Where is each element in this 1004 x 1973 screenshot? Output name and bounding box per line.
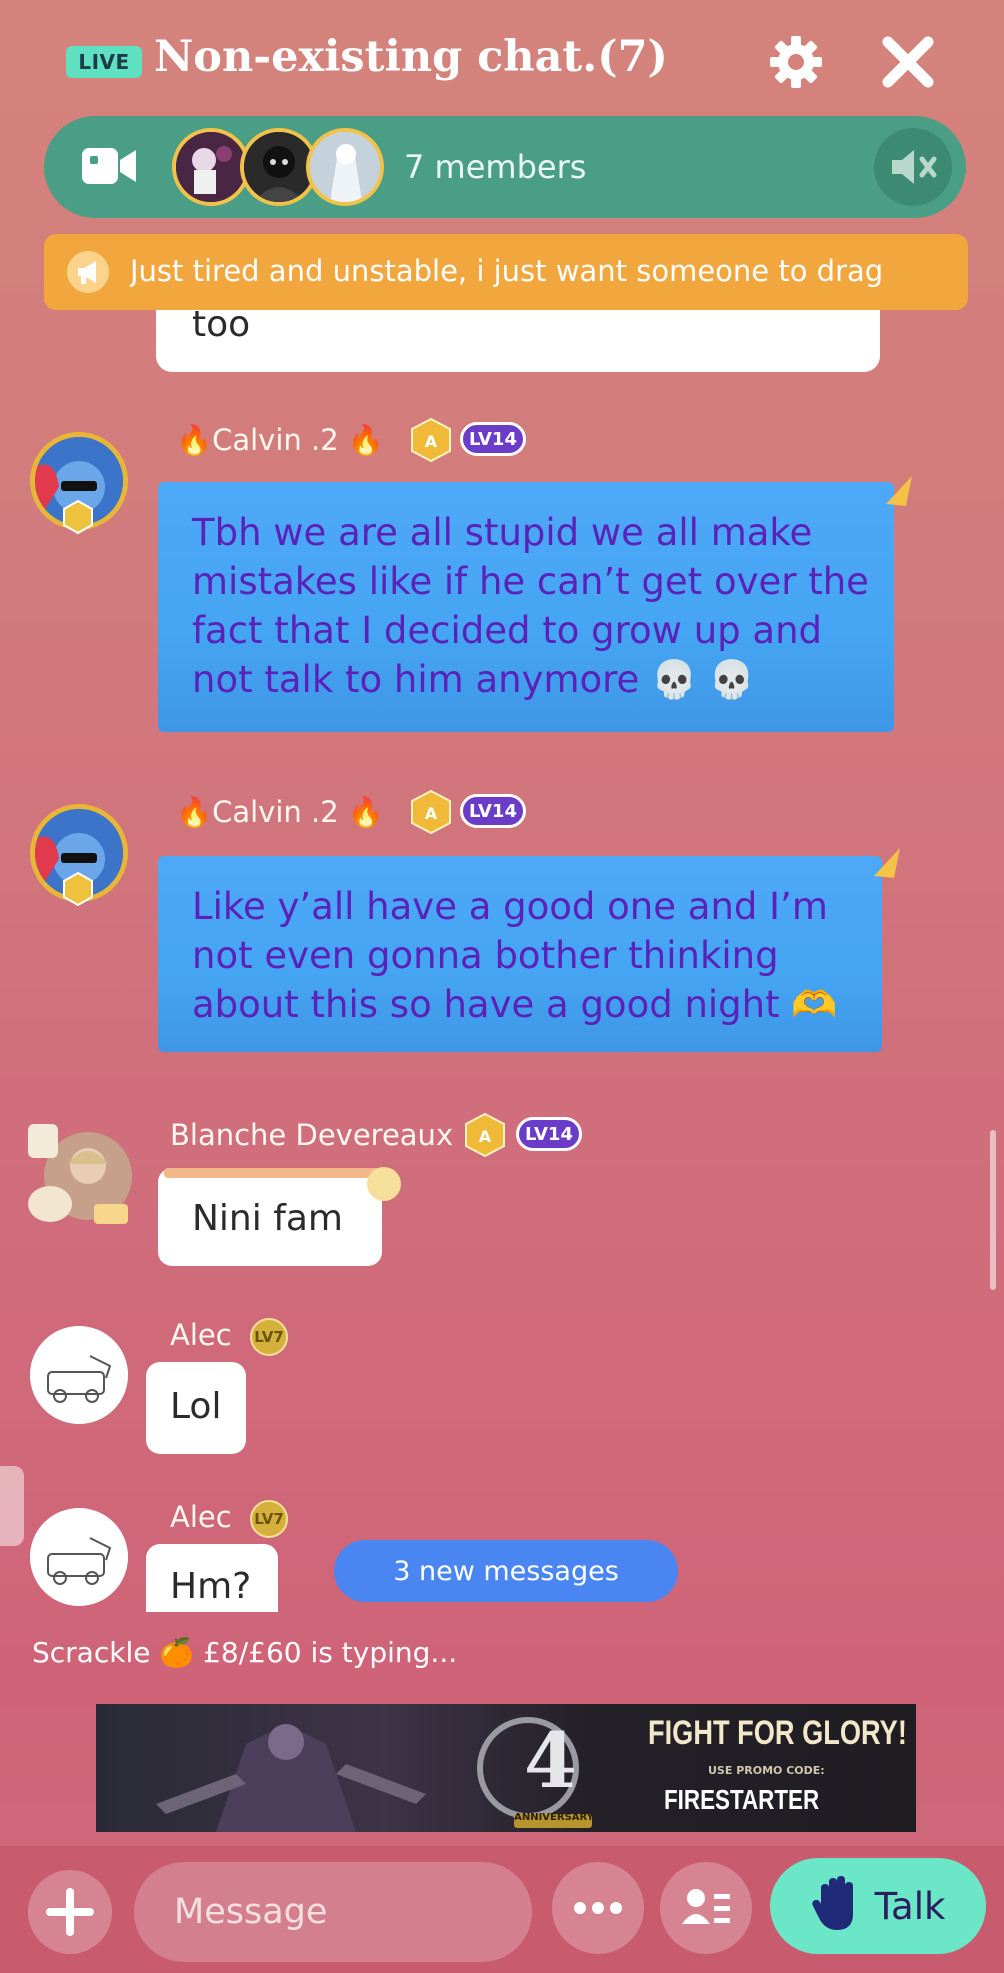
chat-title: Non-existing chat.(7) — [154, 32, 668, 82]
promo-banner[interactable]: 4 ANNIVERSARY FIGHT FOR GLORY! USE PROMO… — [96, 1704, 916, 1832]
message-line: about this so have a good night 🫶 — [192, 983, 838, 1026]
member-avatar-1[interactable] — [172, 128, 250, 206]
badge-icon — [62, 871, 94, 907]
avatar[interactable] — [30, 1326, 128, 1424]
achievement-badge-icon: A — [410, 789, 452, 835]
level-badge: LV7 — [250, 1500, 288, 1538]
username[interactable]: Calvin .2 — [212, 795, 339, 829]
scrollbar[interactable] — [990, 1130, 996, 1290]
gear-icon[interactable] — [764, 30, 828, 94]
bubble-decoration-icon — [884, 474, 914, 508]
anniversary-number: 4 — [524, 1716, 577, 1805]
new-messages-button[interactable]: 3 new messages — [334, 1540, 678, 1602]
add-attachment-button[interactable] — [28, 1870, 112, 1954]
message-line: not even gonna bother thinking — [192, 934, 779, 977]
more-options-button[interactable] — [552, 1862, 644, 1954]
message-input[interactable] — [134, 1862, 532, 1962]
announcement-text: Just tired and unstable, i just want som… — [130, 254, 884, 288]
svg-text:A: A — [479, 1127, 492, 1146]
fire-icon: 🔥 — [347, 423, 385, 457]
bubble-decoration-icon — [364, 1164, 404, 1204]
message-line: Like y’all have a good one and I’m — [192, 885, 828, 928]
message-text: Nini fam — [192, 1198, 343, 1239]
level-badge: LV14 — [460, 422, 526, 456]
speaker-muted-icon[interactable] — [874, 128, 952, 206]
avatar[interactable] — [30, 1508, 128, 1606]
promo-code: FIRESTARTER — [664, 1784, 820, 1815]
anniversary-label: ANNIVERSARY — [514, 1812, 594, 1823]
message-bubble[interactable] — [156, 300, 880, 372]
username[interactable]: Alec — [170, 1500, 232, 1534]
username[interactable]: Alec — [170, 1318, 232, 1352]
fire-icon: 🔥 — [176, 795, 213, 829]
achievement-badge-icon: A — [464, 1112, 506, 1158]
live-badge: LIVE — [66, 46, 142, 78]
badge-icon — [62, 499, 94, 535]
svg-text:A: A — [425, 432, 438, 451]
username-row: 🔥Calvin .2 🔥 — [176, 795, 384, 830]
message-line: not talk to him anymore 💀 💀 — [192, 658, 755, 701]
typing-indicator: Scrackle 🍊 £8/£60 is typing... — [32, 1636, 458, 1669]
username[interactable]: Blanche Devereaux — [170, 1118, 453, 1152]
promo-label: USE PROMO CODE: — [708, 1764, 825, 1777]
talk-label: Talk — [874, 1884, 946, 1928]
avatar[interactable] — [24, 1118, 134, 1234]
message-text: Hm? — [170, 1566, 252, 1607]
fire-icon: 🔥 — [347, 795, 385, 829]
fire-icon: 🔥 — [176, 423, 213, 457]
message-line: Tbh we are all stupid we all make — [192, 511, 813, 554]
message-text: Tbh we are all stupid we all make mistak… — [192, 508, 892, 704]
megaphone-icon — [66, 250, 110, 294]
message-line: fact that I decided to grow up and — [192, 609, 823, 652]
side-drawer-handle[interactable] — [0, 1466, 24, 1546]
bubble-frame-decoration — [164, 1168, 380, 1178]
banner-headline: FIGHT FOR GLORY! — [648, 1714, 907, 1752]
message-text: Like y’all have a good one and I’m not e… — [192, 882, 872, 1029]
members-count[interactable]: 7 members — [404, 148, 586, 186]
member-avatar-3[interactable] — [306, 128, 384, 206]
message-text: too — [192, 304, 251, 345]
hand-icon — [811, 1874, 865, 1938]
svg-text:A: A — [425, 804, 438, 823]
talk-button[interactable]: Talk — [770, 1858, 986, 1954]
members-list-button[interactable] — [660, 1862, 752, 1954]
achievement-badge-icon: A — [410, 417, 452, 463]
bubble-decoration-icon — [872, 846, 902, 880]
level-badge: LV14 — [460, 794, 526, 828]
username[interactable]: Calvin .2 — [212, 423, 339, 457]
message-text: Lol — [170, 1386, 222, 1427]
level-badge: LV7 — [250, 1318, 288, 1356]
video-camera-icon[interactable] — [80, 144, 138, 188]
message-line: mistakes like if he can’t get over the — [192, 560, 869, 603]
close-icon[interactable] — [876, 30, 940, 94]
username-row: 🔥Calvin .2 🔥 — [176, 423, 384, 458]
level-badge: LV14 — [516, 1117, 582, 1151]
